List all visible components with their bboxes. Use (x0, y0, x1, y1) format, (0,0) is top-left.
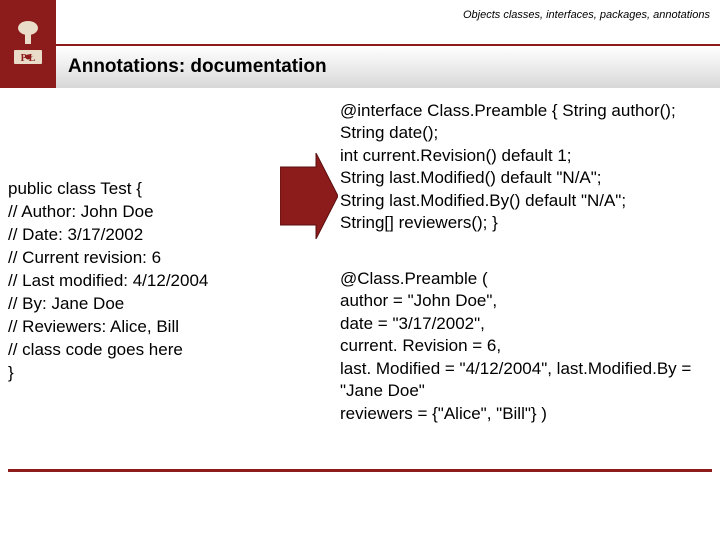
slide-content: public class Test { // Author: John Doe … (0, 88, 720, 488)
university-logo: P Ł (0, 0, 56, 88)
footer-divider (8, 469, 712, 472)
breadcrumb: Objects classes, interfaces, packages, a… (463, 8, 710, 22)
slide-header: P Ł Objects classes, interfaces, package… (0, 0, 720, 88)
title-bar: Annotations: documentation (56, 44, 720, 88)
page-title: Annotations: documentation (68, 56, 327, 78)
right-top-code-block: @interface Class.Preamble { String autho… (340, 100, 720, 235)
right-bottom-code-block: @Class.Preamble ( author = "John Doe", d… (340, 268, 720, 425)
arrow-icon (280, 153, 338, 239)
left-code-block: public class Test { // Author: John Doe … (8, 178, 276, 384)
